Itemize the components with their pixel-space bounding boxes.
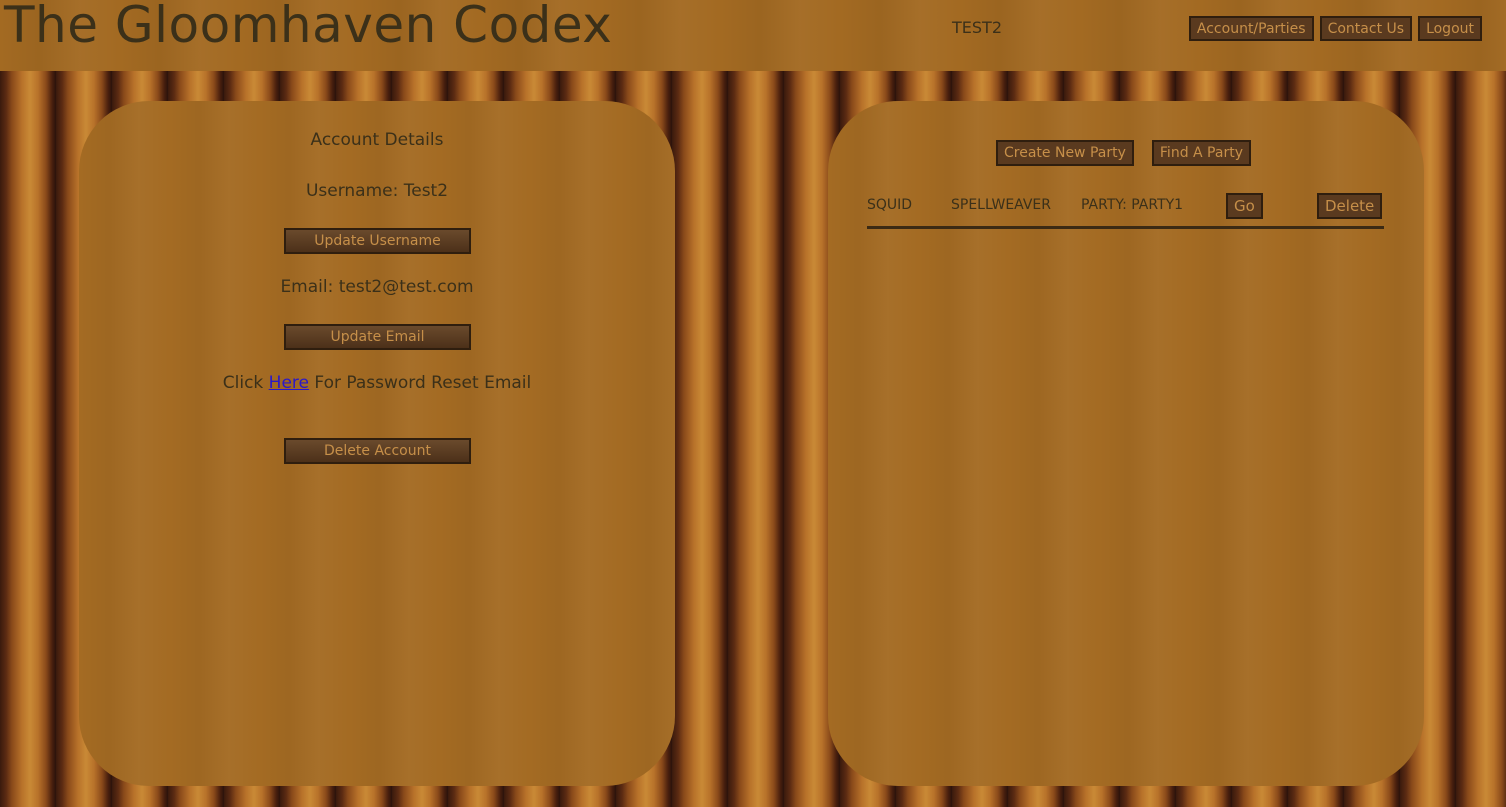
account-details-panel: Account Details Username: Test2 Update U… [79,101,675,786]
nav-account-parties-button[interactable]: Account/Parties [1188,16,1314,41]
password-reset-line: Click Here For Password Reset Email [79,373,675,393]
party-go-button[interactable]: Go [1226,193,1263,219]
site-header: The Gloomhaven Codex TEST2 Account/Parti… [0,0,1506,71]
username-display: Username: Test2 [305,181,449,201]
update-username-button[interactable]: Update Username [284,228,471,254]
delete-account-button[interactable]: Delete Account [284,438,471,464]
find-a-party-button[interactable]: Find A Party [1151,140,1251,166]
nav-contact-us-button[interactable]: Contact Us [1319,16,1413,41]
nav-logout-button[interactable]: Logout [1418,16,1482,41]
account-details-heading: Account Details [310,130,444,150]
top-nav: Account/Parties Contact Us Logout [1188,16,1482,41]
site-title: The Gloomhaven Codex [4,0,613,54]
create-new-party-button[interactable]: Create New Party [996,140,1134,166]
party-actions: Create New Party Find A Party [996,140,1251,166]
party-row-party: PARTY: PARTY1 [1081,197,1184,213]
email-display: Email: test2@test.com [280,277,474,297]
party-delete-button[interactable]: Delete [1317,193,1383,219]
parties-panel: Create New Party Find A Party SQUID SPEL… [828,101,1424,786]
password-reset-suffix: For Password Reset Email [309,373,532,393]
password-reset-link[interactable]: Here [269,373,309,393]
current-user-label: TEST2 [952,18,1002,37]
party-row-class: SPELLWEAVER [951,197,1052,213]
password-reset-prefix: Click [222,373,269,393]
update-email-button[interactable]: Update Email [284,324,471,350]
party-row-character: SQUID [867,197,913,213]
party-row: SQUID SPELLWEAVER PARTY: PARTY1 Go Delet… [867,192,1384,229]
